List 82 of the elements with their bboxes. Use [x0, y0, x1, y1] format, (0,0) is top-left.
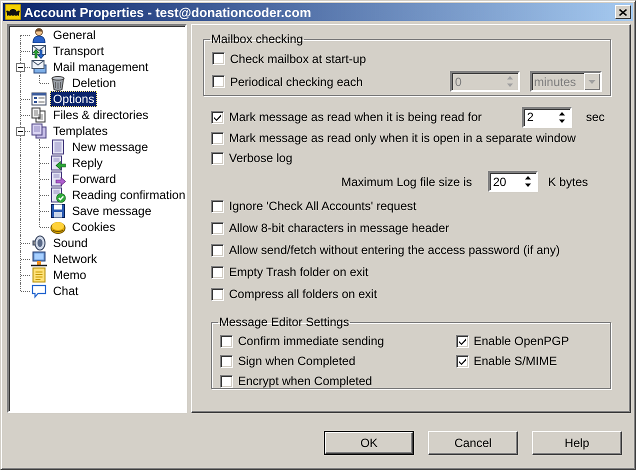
tree-item[interactable]: Network	[50, 251, 100, 267]
tree-item[interactable]: Forward	[69, 171, 120, 187]
page-arrow-icon	[50, 171, 66, 187]
tree-item[interactable]: Options	[50, 91, 98, 107]
tree-item[interactable]: Deletion	[69, 75, 120, 91]
checkbox-label: Mark message as read only when it is open in a separate window	[229, 131, 576, 145]
checkbox-label: Verbose log	[229, 151, 292, 165]
number-field[interactable]: 20	[488, 171, 538, 192]
checkbox[interactable]	[211, 266, 224, 278]
unit-label: K bytes	[548, 174, 588, 188]
dialog-button[interactable]: OK	[325, 432, 413, 454]
checkbox-label: Empty Trash folder on exit	[229, 265, 368, 279]
tree-item[interactable]: General	[50, 27, 99, 43]
computer-icon	[31, 251, 47, 267]
tree-item[interactable]: Mail management	[50, 59, 152, 75]
field-label: Maximum Log file size is	[341, 174, 472, 188]
check-icon	[213, 112, 222, 122]
checkbox[interactable]	[456, 334, 469, 348]
checkbox[interactable]	[211, 132, 224, 144]
checkbox-label: Allow 8-bit characters in message header	[229, 221, 450, 235]
checkbox-label: Compress all folders on exit	[229, 287, 378, 301]
group-title: Mailbox checking	[210, 32, 304, 46]
speaker-icon	[31, 235, 47, 251]
tree-item[interactable]: Cookies	[69, 219, 118, 235]
tree-item[interactable]: Chat	[50, 283, 82, 299]
number-field[interactable]: 2	[522, 106, 572, 128]
cookie-icon	[50, 219, 66, 235]
close-icon	[619, 8, 627, 16]
window-title: Account Properties - test@donationcoder.com	[24, 4, 312, 20]
tree-item[interactable]: Files & directories	[50, 107, 152, 123]
check-icon	[458, 356, 467, 366]
bat-logo-icon	[5, 4, 21, 20]
envelope-arrows-icon	[31, 43, 47, 59]
checkbox-label: Sign when Completed	[238, 354, 356, 368]
page-icon	[50, 139, 66, 155]
checkbox-label: Confirm immediate sending	[238, 334, 384, 348]
envelope-icon	[31, 59, 47, 75]
checkbox[interactable]	[212, 75, 225, 88]
note-icon	[31, 267, 47, 283]
checkbox-label: Mark message as read when it is being read for	[229, 110, 482, 124]
check-icon	[458, 336, 467, 346]
checkbox[interactable]	[220, 374, 233, 388]
collapse-icon[interactable]	[16, 127, 25, 136]
checkbox[interactable]	[211, 288, 224, 300]
checkbox-label: Check mailbox at start-up	[230, 52, 366, 66]
dialog-button[interactable]: Cancel	[428, 431, 518, 455]
tree-item[interactable]: New message	[69, 139, 152, 155]
tree-item[interactable]: Transport	[50, 43, 107, 59]
checkbox[interactable]	[211, 152, 224, 164]
unit-label: sec	[586, 110, 606, 124]
close-button[interactable]	[615, 5, 631, 19]
checkbox-label: Enable S/MIME	[474, 354, 557, 368]
checkbox[interactable]	[220, 354, 233, 368]
checkbox[interactable]	[211, 110, 224, 124]
speech-bubble-icon	[31, 283, 47, 299]
form-icon	[31, 91, 47, 107]
checkbox[interactable]	[456, 354, 469, 368]
checkbox-label: Allow send/fetch without entering the access password (if any)	[229, 243, 560, 257]
checkbox[interactable]	[211, 200, 224, 212]
pages-icon	[31, 123, 47, 139]
checkbox[interactable]	[211, 244, 224, 256]
checkbox[interactable]	[220, 334, 233, 348]
person-icon	[31, 27, 47, 43]
tree-item[interactable]: Reading confirmation	[69, 187, 188, 203]
tree-item[interactable]: Sound	[50, 235, 91, 251]
page-arrow-icon	[50, 155, 66, 171]
documents-icon	[31, 107, 47, 123]
checkbox-label: Enable OpenPGP	[474, 334, 569, 348]
checkbox[interactable]	[212, 52, 225, 65]
trash-can-icon	[50, 75, 66, 91]
collapse-icon[interactable]	[16, 63, 25, 72]
page-check-icon	[50, 187, 66, 203]
dialog-button[interactable]: Help	[532, 431, 622, 455]
checkbox-label: Encrypt when Completed	[238, 374, 372, 388]
checkbox[interactable]	[211, 222, 224, 234]
checkbox-label: Periodical checking each	[230, 74, 363, 88]
tree-item[interactable]: Memo	[50, 267, 90, 283]
tree-item[interactable]: Save message	[69, 203, 154, 219]
tree-item[interactable]: Templates	[50, 123, 111, 139]
checkbox-label: Ignore 'Check All Accounts' request	[229, 199, 416, 213]
group-title: Message Editor Settings	[218, 315, 350, 329]
tree-item[interactable]: Reply	[69, 155, 106, 171]
